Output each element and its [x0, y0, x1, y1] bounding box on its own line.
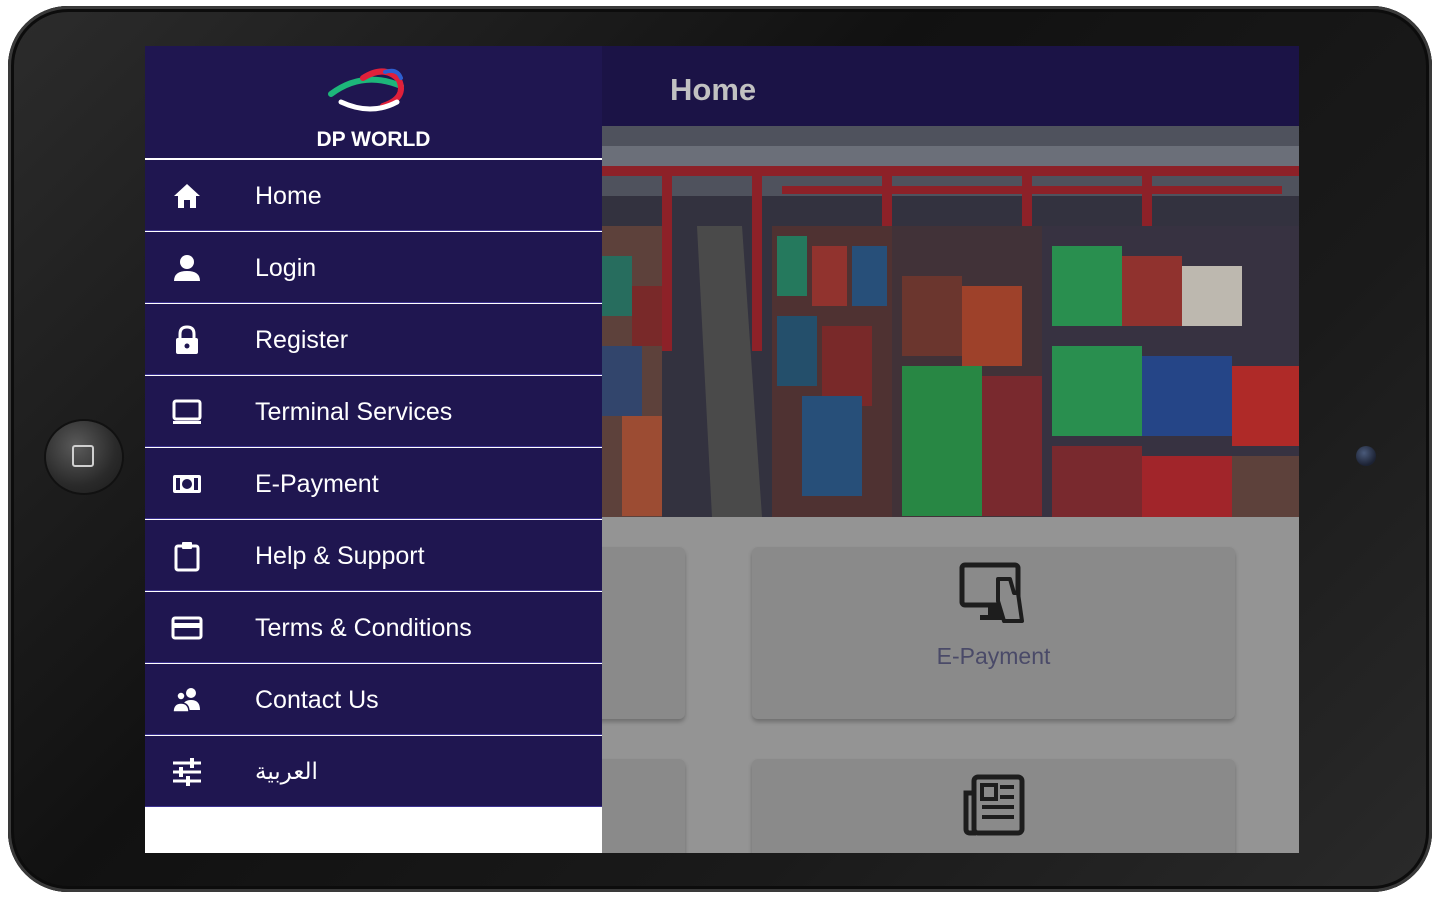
camera-icon: [1356, 446, 1376, 466]
drawer-item-terminal-services[interactable]: Terminal Services: [145, 376, 602, 446]
drawer-item-register[interactable]: Register: [145, 304, 602, 374]
drawer-item-e-payment[interactable]: E-Payment: [145, 448, 602, 518]
drawer-item-contact-us[interactable]: Contact Us: [145, 664, 602, 734]
e-payment-card-label: E-Payment: [936, 643, 1051, 669]
service-card-e-payment[interactable]: E-Payment: [752, 547, 1235, 719]
container-port-photo: [602, 126, 1299, 517]
drawer-menu: Home Login Register Terminal Services E-…: [145, 160, 602, 808]
drawer-item-home[interactable]: Home: [145, 160, 602, 230]
person-icon: [174, 255, 200, 281]
home-button-icon: [46, 421, 122, 493]
drawer-item-label: E-Payment: [255, 470, 379, 498]
drawer-item-label: العربية: [255, 758, 318, 784]
navigation-drawer: DP WORLD Home Login Register Terminal Se…: [145, 46, 602, 853]
drawer-item-label: Home: [255, 182, 322, 210]
drawer-item-help-support[interactable]: Help & Support: [145, 520, 602, 590]
sliders-icon: [173, 758, 201, 786]
app-screen: Home E-Payment DP WORLD Home Login Regis…: [145, 46, 1299, 853]
dp-world-logo-icon: [328, 68, 404, 112]
brand-name: DP WORLD: [316, 128, 431, 151]
drawer-item-label: Login: [255, 254, 317, 282]
drawer-item-label: Contact Us: [255, 686, 379, 714]
e-payment-icon: [959, 562, 1024, 623]
page-title: Home: [670, 72, 757, 107]
drawer-item-label: Terms & Conditions: [255, 614, 472, 642]
drawer-item-label: Terminal Services: [255, 398, 453, 426]
drawer-item-label: Help & Support: [255, 542, 425, 570]
drawer-item-label: Register: [255, 326, 349, 354]
hero-image: [602, 126, 1299, 517]
credit-card-icon: [171, 616, 203, 640]
service-card-news[interactable]: [752, 759, 1235, 853]
money-icon: [173, 475, 201, 493]
monitor-icon: [172, 399, 202, 424]
lock-icon: [176, 325, 198, 354]
newspaper-icon: [963, 774, 1025, 836]
drawer-item-arabic[interactable]: العربية: [145, 736, 602, 806]
drawer-header: DP WORLD: [145, 46, 602, 158]
services-grid: E-Payment: [582, 517, 1299, 853]
people-icon: [172, 688, 200, 713]
drawer-item-terms-conditions[interactable]: Terms & Conditions: [145, 592, 602, 662]
clipboard-icon: [174, 542, 200, 572]
home-icon: [174, 184, 200, 208]
drawer-item-login[interactable]: Login: [145, 232, 602, 302]
app-header: Home: [602, 46, 1299, 126]
